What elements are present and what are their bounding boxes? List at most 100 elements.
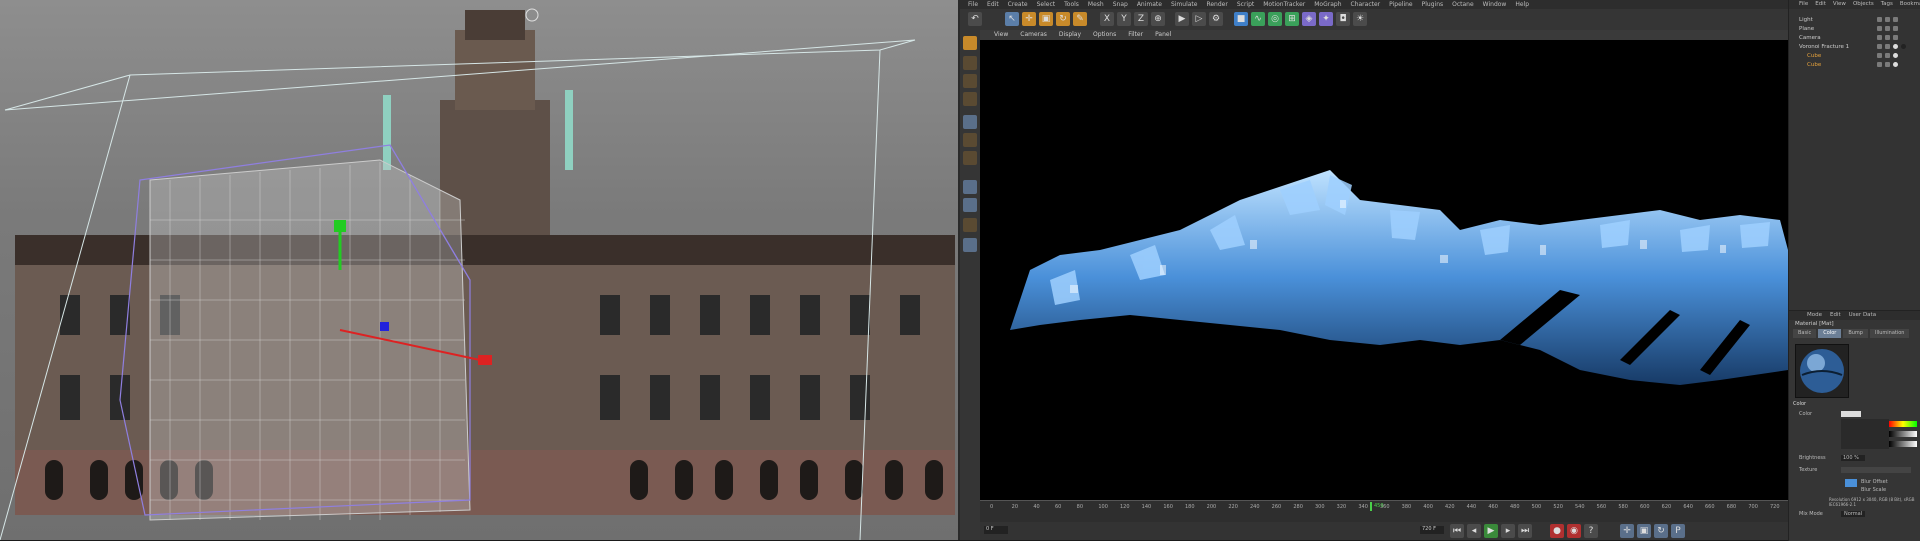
z-axis-arrow[interactable] (380, 322, 389, 331)
om-menu-bookmarks[interactable]: Bookmarks (1900, 0, 1920, 9)
recent-tool-icon[interactable]: ✎ (1073, 12, 1087, 26)
scale-icon[interactable]: ▣ (1039, 12, 1053, 26)
menu-plugins[interactable]: Plugins (1422, 0, 1444, 9)
hue-slider[interactable] (1889, 421, 1917, 427)
menu-octane[interactable]: Octane (1452, 0, 1474, 9)
tab-illumination[interactable]: Illumination (1869, 329, 1910, 338)
z-axis-lock-button[interactable]: Z (1134, 12, 1148, 26)
menu-pipeline[interactable]: Pipeline (1389, 0, 1412, 9)
texture-slot[interactable] (1841, 467, 1911, 473)
object-row-cube[interactable]: Cube (1807, 61, 1821, 69)
prev-key-icon[interactable]: ◂ (1467, 524, 1481, 538)
lock-icon[interactable] (963, 238, 977, 252)
menu-motiontracker[interactable]: MotionTracker (1263, 0, 1305, 9)
menu-character[interactable]: Character (1351, 0, 1381, 9)
record-icon[interactable]: ● (1550, 524, 1564, 538)
y-axis-lock-button[interactable]: Y (1117, 12, 1131, 26)
menu-mesh[interactable]: Mesh (1088, 0, 1104, 9)
timeline-ruler[interactable]: 0 20 40 60 80 100 120 140 160 180 200 220 240 260 280 3… (980, 500, 1788, 523)
nurbs-icon[interactable]: ◎ (1268, 12, 1282, 26)
left-3d-viewport[interactable] (0, 0, 958, 540)
edges-mode-icon[interactable] (963, 133, 977, 147)
menu-script[interactable]: Script (1237, 0, 1254, 9)
playhead[interactable] (1370, 502, 1372, 511)
keyframe-selection-icon[interactable]: ? (1584, 524, 1598, 538)
points-mode-icon[interactable] (963, 115, 977, 129)
brightness-field[interactable]: 100 % (1841, 455, 1865, 461)
workplane-icon[interactable] (963, 92, 977, 106)
next-key-icon[interactable]: ▸ (1501, 524, 1515, 538)
vp-menu-display[interactable]: Display (1059, 30, 1081, 40)
om-menu-file[interactable]: File (1799, 0, 1808, 9)
scene-icon[interactable]: ✦ (1319, 12, 1333, 26)
om-menu-tags[interactable]: Tags (1881, 0, 1893, 9)
menu-help[interactable]: Help (1515, 0, 1529, 9)
om-menu-view[interactable]: View (1833, 0, 1846, 9)
vp-menu-panel[interactable]: Panel (1155, 30, 1171, 40)
object-row-camera[interactable]: Camera (1799, 34, 1821, 42)
attr-menu-user-data[interactable]: User Data (1849, 311, 1876, 320)
mix-mode-select[interactable]: Normal (1841, 511, 1866, 517)
model-mode-icon[interactable] (963, 56, 977, 70)
om-menu-objects[interactable]: Objects (1853, 0, 1874, 9)
camera-icon[interactable]: ◘ (1336, 12, 1350, 26)
render-view-icon[interactable]: ▶ (1175, 12, 1189, 26)
vp-menu-view[interactable]: View (994, 30, 1008, 40)
color-picker[interactable] (1841, 419, 1889, 449)
autokey-icon[interactable]: ◉ (1567, 524, 1581, 538)
play-icon[interactable]: ▶ (1484, 524, 1498, 538)
render-settings-icon[interactable]: ⚙ (1209, 12, 1223, 26)
menu-file[interactable]: File (968, 0, 978, 9)
make-editable-icon[interactable] (963, 36, 977, 50)
undo-icon[interactable]: ↶ (968, 12, 982, 26)
rotate-icon[interactable]: ↻ (1056, 12, 1070, 26)
menu-tools[interactable]: Tools (1064, 0, 1079, 9)
saturation-slider[interactable] (1889, 431, 1917, 437)
menu-create[interactable]: Create (1008, 0, 1028, 9)
menu-mograph[interactable]: MoGraph (1314, 0, 1341, 9)
menu-animate[interactable]: Animate (1137, 0, 1162, 9)
tab-bump[interactable]: Bump (1843, 329, 1868, 338)
om-menu-edit[interactable]: Edit (1815, 0, 1826, 9)
light-icon[interactable] (525, 8, 539, 22)
live-select-icon[interactable]: ↖ (1005, 12, 1019, 26)
attr-menu-edit[interactable]: Edit (1830, 311, 1841, 320)
render-viewport[interactable] (980, 40, 1788, 500)
menu-snap[interactable]: Snap (1113, 0, 1128, 9)
x-axis-arrow[interactable] (478, 355, 492, 365)
vp-menu-options[interactable]: Options (1093, 30, 1116, 40)
value-slider[interactable] (1889, 441, 1917, 447)
menu-select[interactable]: Select (1037, 0, 1056, 9)
vp-menu-filter[interactable]: Filter (1128, 30, 1143, 40)
grid-icon[interactable] (963, 198, 977, 212)
texture-thumbnail[interactable] (1845, 479, 1857, 487)
key-position-icon[interactable]: ✛ (1620, 524, 1634, 538)
object-row-plane[interactable]: Plane (1799, 25, 1814, 33)
x-axis-lock-button[interactable]: X (1100, 12, 1114, 26)
key-param-icon[interactable]: P (1671, 524, 1685, 538)
start-frame-field[interactable]: 0 F (984, 526, 1008, 534)
polygons-mode-icon[interactable] (963, 151, 977, 165)
end-frame-field[interactable]: 720 F (1420, 526, 1444, 534)
light-bulb-icon[interactable]: ☀ (1353, 12, 1367, 26)
tab-basic[interactable]: Basic (1793, 329, 1817, 338)
deformer-icon[interactable]: ◈ (1302, 12, 1316, 26)
axis-mode-icon[interactable] (963, 218, 977, 232)
y-axis-arrow[interactable] (334, 220, 346, 232)
object-row-light[interactable]: Light (1799, 16, 1813, 24)
menu-render[interactable]: Render (1206, 0, 1227, 9)
key-scale-icon[interactable]: ▣ (1637, 524, 1651, 538)
object-row-voronoi-fracture[interactable]: Voronoi Fracture 1 (1799, 43, 1849, 51)
spline-icon[interactable]: ∿ (1251, 12, 1265, 26)
object-row-cube[interactable]: Cube (1807, 52, 1821, 60)
menu-window[interactable]: Window (1483, 0, 1507, 9)
array-icon[interactable]: ⊞ (1285, 12, 1299, 26)
tab-color[interactable]: Color (1818, 329, 1842, 338)
key-rotation-icon[interactable]: ↻ (1654, 524, 1668, 538)
cube-icon[interactable]: ■ (1234, 12, 1248, 26)
vp-menu-cameras[interactable]: Cameras (1020, 30, 1047, 40)
menu-simulate[interactable]: Simulate (1171, 0, 1198, 9)
color-swatch[interactable] (1841, 411, 1861, 417)
menu-edit[interactable]: Edit (987, 0, 999, 9)
move-icon[interactable]: ✛ (1022, 12, 1036, 26)
